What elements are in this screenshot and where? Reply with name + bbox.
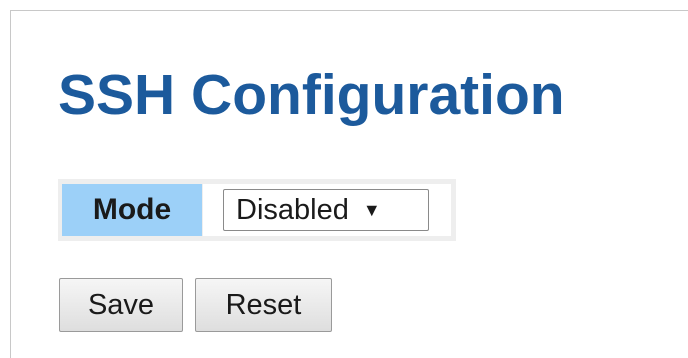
triangle-down-icon: ▼ <box>362 200 381 220</box>
mode-label: Mode <box>62 184 202 236</box>
ssh-config-table: Mode Disabled ▼ <box>58 179 456 241</box>
mode-value-cell: Disabled ▼ <box>203 184 451 236</box>
mode-select[interactable]: Disabled ▼ <box>223 189 429 231</box>
content-frame: SSH Configuration Mode Disabled ▼ Save R… <box>10 10 688 358</box>
page-title: SSH Configuration <box>58 63 565 127</box>
save-button[interactable]: Save <box>59 278 183 332</box>
reset-button[interactable]: Reset <box>195 278 332 332</box>
mode-select-value: Disabled <box>236 193 349 226</box>
